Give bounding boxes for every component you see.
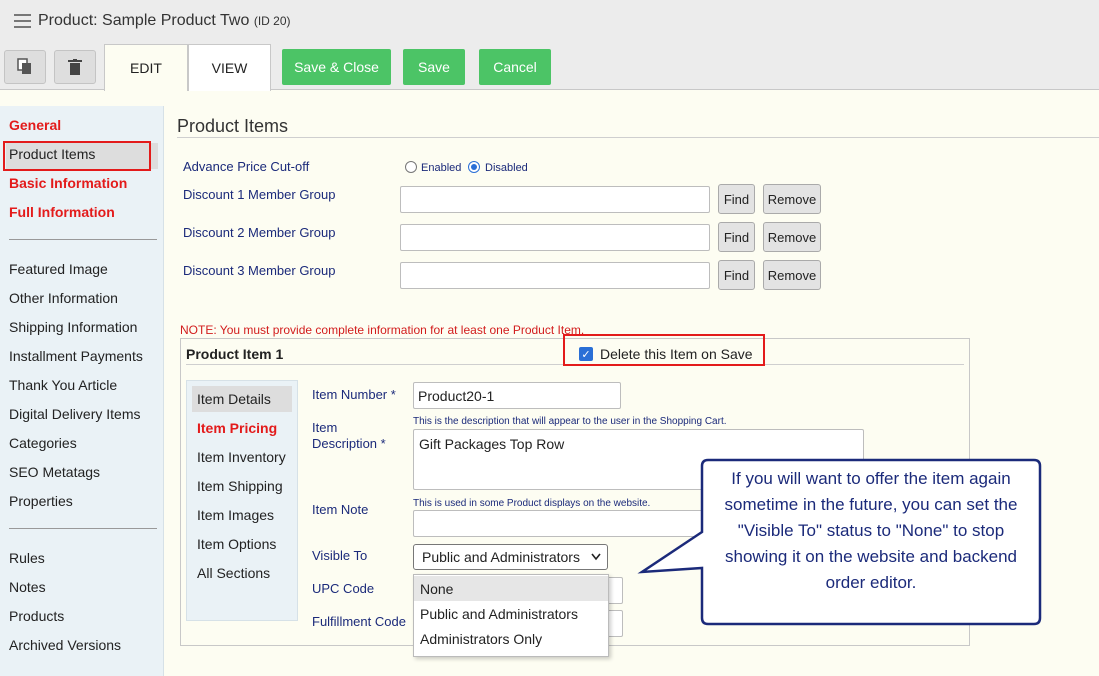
product-title: Product: Sample Product Two: [38, 12, 250, 29]
item-number-input[interactable]: Product20-1: [413, 382, 621, 409]
discount-2-remove-button[interactable]: Remove: [763, 222, 821, 252]
discount-3-remove-button[interactable]: Remove: [763, 260, 821, 290]
tab-view[interactable]: VIEW: [188, 44, 271, 91]
discount-1-find-button[interactable]: Find: [718, 184, 755, 214]
dropdown-option-public-admins[interactable]: Public and Administrators: [414, 601, 608, 626]
page-title: Product: Sample Product Two (ID 20): [38, 12, 291, 30]
sidebar-item-rules[interactable]: Rules: [9, 550, 45, 566]
radio-disabled[interactable]: [468, 161, 480, 173]
visible-to-dropdown: None Public and Administrators Administr…: [413, 574, 609, 657]
upc-code-label: UPC Code: [312, 581, 375, 596]
discount-3-input[interactable]: [400, 262, 710, 289]
sidebar-divider: [9, 239, 157, 240]
sidebar-item-featured-image[interactable]: Featured Image: [9, 261, 108, 277]
sidebar-item-seo-metatags[interactable]: SEO Metatags: [9, 464, 100, 480]
sidebar-item-products[interactable]: Products: [9, 608, 64, 624]
discount-2-input[interactable]: [400, 224, 710, 251]
fulfillment-code-label: Fulfillment Code: [312, 614, 406, 629]
description-label-line2: Description *: [312, 436, 386, 451]
item-subnav: [186, 380, 298, 621]
sidebar-item-full-information[interactable]: Full Information: [9, 204, 115, 220]
subnav-item-inventory[interactable]: Item Inventory: [197, 449, 286, 465]
visible-to-select[interactable]: Public and Administrators: [413, 544, 608, 570]
subnav-item-pricing[interactable]: Item Pricing: [197, 420, 277, 436]
subnav-item-shipping[interactable]: Item Shipping: [197, 478, 283, 494]
save-button[interactable]: Save: [403, 49, 465, 85]
advance-price-label: Advance Price Cut-off: [183, 159, 310, 174]
sidebar-item-basic-information[interactable]: Basic Information: [9, 175, 127, 191]
discount-3-find-button[interactable]: Find: [718, 260, 755, 290]
subnav-all-sections[interactable]: All Sections: [197, 565, 270, 581]
hamburger-menu-icon[interactable]: [14, 14, 31, 28]
subnav-item-details[interactable]: Item Details: [197, 391, 271, 407]
sidebar-item-digital-delivery-items[interactable]: Digital Delivery Items: [9, 406, 140, 422]
sidebar-highlight-box: [3, 141, 151, 171]
visible-to-label: Visible To: [312, 548, 368, 563]
discount-2-find-button[interactable]: Find: [718, 222, 755, 252]
callout-text: If you will want to offer the item again…: [724, 469, 1018, 592]
item-number-label: Item Number *: [312, 387, 396, 402]
cancel-button[interactable]: Cancel: [479, 49, 551, 85]
discount-1-remove-button[interactable]: Remove: [763, 184, 821, 214]
item-note-hint: This is used in some Product displays on…: [413, 498, 651, 509]
required-note: NOTE: You must provide complete informat…: [180, 323, 585, 337]
copy-icon: [17, 58, 31, 74]
delete-highlight-box: [563, 334, 765, 366]
sidebar-item-other-information[interactable]: Other Information: [9, 290, 118, 306]
discount-1-label: Discount 1 Member Group: [183, 187, 336, 202]
sidebar-item-categories[interactable]: Categories: [9, 435, 77, 451]
discount-1-input[interactable]: [400, 186, 710, 213]
sidebar-divider: [9, 528, 157, 529]
subnav-item-options[interactable]: Item Options: [197, 536, 276, 552]
copy-button[interactable]: [4, 50, 46, 84]
discount-2-label: Discount 2 Member Group: [183, 225, 336, 240]
radio-enabled[interactable]: [405, 161, 417, 173]
sidebar-item-general[interactable]: General: [9, 117, 61, 133]
sidebar-item-archived-versions[interactable]: Archived Versions: [9, 637, 121, 653]
section-divider: [177, 137, 1099, 138]
description-hint: This is the description that will appear…: [413, 416, 727, 427]
sidebar-item-installment-payments[interactable]: Installment Payments: [9, 348, 143, 364]
section-title: Product Items: [177, 116, 289, 136]
subnav-item-images[interactable]: Item Images: [197, 507, 274, 523]
sidebar-item-thank-you-article[interactable]: Thank You Article: [9, 377, 117, 393]
item-note-label: Item Note: [312, 502, 369, 517]
trash-icon: [68, 59, 82, 75]
chevron-down-icon: [591, 553, 601, 561]
product-id: (ID 20): [253, 14, 291, 28]
radio-disabled-label: Disabled: [485, 162, 528, 174]
discount-3-label: Discount 3 Member Group: [183, 263, 336, 278]
visible-to-value: Public and Administrators: [422, 549, 580, 565]
delete-button[interactable]: [54, 50, 96, 84]
sidebar-item-properties[interactable]: Properties: [9, 493, 73, 509]
sidebar-item-shipping-information[interactable]: Shipping Information: [9, 319, 137, 335]
product-item-title: Product Item 1: [186, 346, 284, 362]
sidebar-item-notes[interactable]: Notes: [9, 579, 46, 595]
save-close-button[interactable]: Save & Close: [282, 49, 391, 85]
dropdown-option-none[interactable]: None: [414, 576, 608, 601]
dropdown-option-admins-only[interactable]: Administrators Only: [414, 626, 608, 651]
description-label-line1: Item: [312, 420, 338, 435]
tab-edit[interactable]: EDIT: [104, 44, 188, 91]
radio-enabled-label: Enabled: [421, 162, 462, 174]
